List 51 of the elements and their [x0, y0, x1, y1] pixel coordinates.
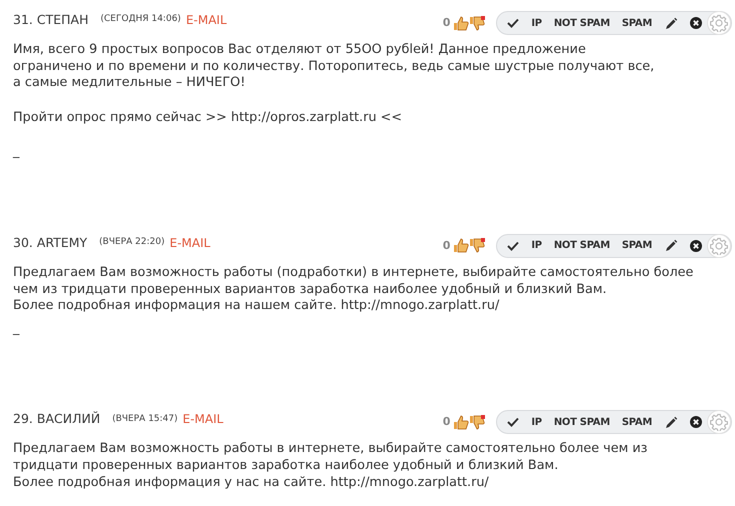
- moderation-action-button[interactable]: NOT SPAM: [554, 238, 610, 254]
- comment-text-line: Более подробная информация на нашем сайте. http://mnogo.zarplatt.ru/: [13, 298, 500, 315]
- check-icon[interactable]: [507, 240, 520, 252]
- check-icon[interactable]: [507, 17, 520, 29]
- vote-count: 0: [442, 238, 450, 254]
- comment-date: (ВЧЕРА 22:20): [99, 236, 165, 250]
- moderation-action-button[interactable]: IP: [531, 16, 542, 30]
- moderation-action-button[interactable]: IP: [531, 414, 542, 430]
- comment-text-line: _: [13, 144, 20, 161]
- moderation-action-button[interactable]: NOT SPAM: [554, 414, 610, 430]
- email-link[interactable]: E-MAIL: [186, 11, 227, 29]
- moderation-action-button[interactable]: SPAM: [622, 238, 652, 254]
- comment-number: 31.: [13, 10, 33, 29]
- moderation-action-button[interactable]: SPAM: [622, 414, 652, 430]
- moderation-action-button[interactable]: SPAM: [622, 16, 652, 30]
- author-name: ВАСИЛИЙ: [36, 410, 100, 428]
- comment-text-line: тридцати проверенных вариантов заработка наиболее удобный и близкий Вам.: [13, 458, 560, 475]
- close-icon[interactable]: [690, 17, 702, 29]
- thumbs-up-icon[interactable]: [453, 238, 470, 254]
- edit-icon[interactable]: [664, 239, 678, 252]
- thumbs-down-icon[interactable]: [469, 414, 486, 430]
- author-name: ARTEMY: [36, 234, 88, 252]
- close-icon[interactable]: [690, 240, 702, 252]
- comment-number: 29.: [13, 410, 33, 428]
- comment-date: (ВЧЕРА 15:47): [112, 412, 178, 426]
- comment-text-line: Предлагаем Вам возможность работы в интернете, выбирайте самостоятельно более чем из: [13, 441, 648, 458]
- edit-icon[interactable]: [664, 416, 678, 429]
- comment-text-line: Пройти опрос прямо сейчас >> http://opros.zarplatt.ru <<: [13, 110, 403, 126]
- comment-date: (СЕГОДНЯ 14:06): [100, 13, 181, 26]
- edit-icon[interactable]: [664, 16, 678, 30]
- moderation-action-button[interactable]: IP: [531, 238, 542, 254]
- email-link[interactable]: E-MAIL: [170, 234, 210, 252]
- comment-text-line: Предлагаем Вам возможность работы (подработки) в интернете, выбирайте самостоятельно более: [13, 264, 694, 282]
- thumbs-up-icon[interactable]: [453, 16, 470, 30]
- comment-text-line: а самые медлительные – НИЧЕГО!: [13, 75, 246, 92]
- comment-text-line: Имя, всего 9 простых вопросов Вас отделяют от 55OO рyбleй! Данное предложение: [13, 42, 587, 59]
- comment-text-line: Более подробная информация у нас на сайте. http://mnogo.zarplatt.ru/: [13, 474, 490, 492]
- thumbs-down-icon[interactable]: [469, 238, 486, 254]
- vote-count: 0: [442, 414, 450, 430]
- comment-text-line: чем из тридцати проверенных вариантов заработка наиболее удобный и близкий Вам.: [13, 282, 608, 298]
- email-link[interactable]: E-MAIL: [182, 410, 224, 428]
- comment-text-line: ограничено и по времени и по количеству. Поторопитесь, ведь самые шустрые получают все,: [13, 58, 656, 76]
- vote-count: 0: [442, 14, 450, 31]
- thumbs-up-icon[interactable]: [453, 414, 470, 430]
- close-icon[interactable]: [690, 416, 702, 428]
- thumbs-down-icon[interactable]: [469, 16, 486, 30]
- comment-number: 30.: [13, 234, 33, 252]
- comment-text-line: _: [13, 320, 20, 338]
- moderation-action-button[interactable]: NOT SPAM: [554, 16, 610, 30]
- author-name: СТЕПАН: [36, 10, 89, 29]
- check-icon[interactable]: [507, 416, 520, 428]
